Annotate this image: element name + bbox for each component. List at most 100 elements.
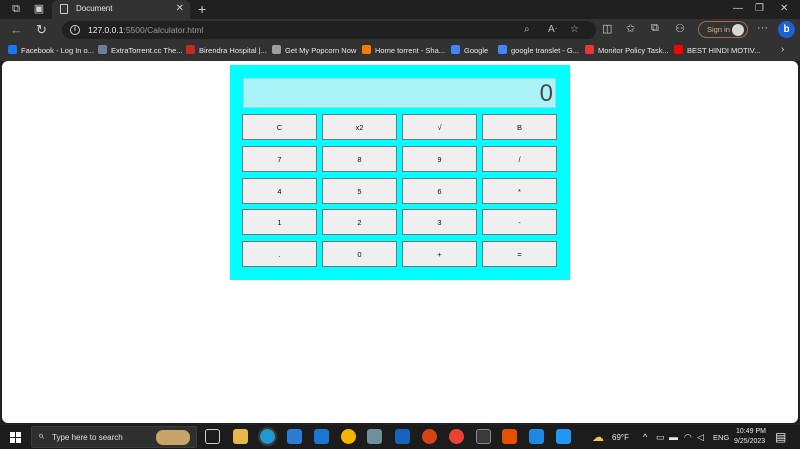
calc-key[interactable]: = <box>482 241 557 267</box>
avatar-icon <box>732 24 744 36</box>
calc-key[interactable]: √ <box>402 114 477 140</box>
bookmark-monitor-policy[interactable]: Monitor Policy Task... <box>585 45 669 57</box>
calc-key[interactable]: 5 <box>322 178 397 204</box>
app-icon[interactable] <box>395 429 410 444</box>
bookmark-best-hindi[interactable]: BEST HINDI MOTIV... <box>674 45 760 57</box>
calc-key[interactable]: - <box>482 209 557 235</box>
taskbar: ⌕ Type here to search ☁ 69°F ^ ▭ ▬ ◠ ◁ E… <box>0 425 800 449</box>
paint-icon[interactable] <box>367 429 382 444</box>
calc-key[interactable]: 2 <box>322 209 397 235</box>
calc-key[interactable]: 3 <box>402 209 477 235</box>
clock-date[interactable]: 9/25/2023 <box>734 438 765 445</box>
chevron-up-icon[interactable]: ^ <box>643 432 647 442</box>
terminal-icon[interactable] <box>476 429 491 444</box>
taskbar-search-input[interactable]: ⌕ Type here to search <box>31 426 197 448</box>
bookmark-google[interactable]: Google <box>451 45 488 57</box>
vscode-icon[interactable] <box>556 429 571 444</box>
calc-key[interactable]: 4 <box>242 178 317 204</box>
restore-icon[interactable]: ❐ <box>755 3 764 14</box>
collections-icon[interactable]: ⧉ <box>651 22 659 35</box>
new-tab-icon[interactable]: + <box>198 1 206 17</box>
bookmark-google-translate[interactable]: google translet - G... <box>498 45 579 57</box>
battery-icon[interactable]: ▬ <box>669 432 678 442</box>
calc-key[interactable]: C <box>242 114 317 140</box>
app-icon[interactable] <box>529 429 544 444</box>
calc-key[interactable]: 1 <box>242 209 317 235</box>
chrome-icon[interactable] <box>341 429 356 444</box>
calc-key[interactable]: * <box>482 178 557 204</box>
calc-key[interactable]: 6 <box>402 178 477 204</box>
tab-actions-icon[interactable]: ▣ <box>32 3 46 16</box>
sign-in-button[interactable]: Sign in <box>698 21 748 38</box>
url-text: 127.0.0.1:5500/Calculator.html <box>88 25 203 35</box>
bing-copilot-icon[interactable]: b <box>778 21 795 38</box>
extensions-icon[interactable]: ⚇ <box>675 22 685 35</box>
chevron-right-icon[interactable]: › <box>781 44 784 55</box>
bookmark-label: Get My Popcorn Now <box>285 46 357 55</box>
calculator-display: 0 <box>243 78 556 108</box>
back-icon[interactable]: ← <box>10 22 23 38</box>
bookmark-facebook[interactable]: Facebook - Log In o... <box>8 45 94 57</box>
calc-key[interactable]: 8 <box>322 146 397 172</box>
bookmark-label: Monitor Policy Task... <box>598 46 669 55</box>
calc-key[interactable]: 9 <box>402 146 477 172</box>
chrome-icon[interactable] <box>449 429 464 444</box>
minimize-icon[interactable]: — <box>733 3 743 14</box>
calc-key[interactable]: 7 <box>242 146 317 172</box>
zoom-icon[interactable]: ⌕ <box>524 24 530 35</box>
clock-time[interactable]: 10:49 PM <box>736 428 766 435</box>
tab-title: Document <box>76 4 113 13</box>
page-icon <box>60 4 68 14</box>
favorite-star-icon[interactable]: ☆ <box>570 24 579 35</box>
split-screen-icon[interactable]: ◫ <box>602 22 612 35</box>
notifications-icon[interactable]: ▤ <box>775 430 786 444</box>
bookmark-label: Home torrent - Sha... <box>375 46 446 55</box>
calc-key[interactable]: x2 <box>322 114 397 140</box>
bookmark-birendra-hospital[interactable]: Birendra Hospital |... <box>186 45 267 57</box>
language-indicator[interactable]: ENG <box>713 433 729 442</box>
bookmarks-bar: Facebook - Log In o... ExtraTorrent.cc T… <box>0 41 800 61</box>
wifi-icon[interactable]: ◠ <box>684 432 692 443</box>
close-window-icon[interactable]: ✕ <box>780 3 788 14</box>
bookmark-popcorn[interactable]: Get My Popcorn Now <box>272 45 356 57</box>
volume-icon[interactable]: ◁ <box>697 432 704 443</box>
bookmark-label: google translet - G... <box>511 46 579 55</box>
favorites-icon[interactable]: ✩ <box>626 22 635 35</box>
bookmark-label: BEST HINDI MOTIV... <box>687 46 761 55</box>
weather-icon[interactable]: ☁ <box>592 430 604 444</box>
address-bar-row: ← ↻ i 127.0.0.1:5500/Calculator.html ⌕ A… <box>0 19 800 41</box>
page-icon <box>272 45 281 54</box>
bookmark-label: Google <box>464 46 489 55</box>
app-icon[interactable] <box>422 429 437 444</box>
meet-now-icon[interactable]: ▭ <box>656 432 665 443</box>
calc-key[interactable]: 0 <box>322 241 397 267</box>
calc-key[interactable]: . <box>242 241 317 267</box>
calc-key[interactable]: B <box>482 114 557 140</box>
tab-document[interactable]: Document ✕ <box>52 0 190 19</box>
task-view-icon[interactable] <box>205 429 220 444</box>
workspaces-icon[interactable]: ⧉ <box>9 3 23 16</box>
mail-icon[interactable] <box>314 429 329 444</box>
refresh-icon[interactable]: ↻ <box>36 22 47 38</box>
extratorrent-icon <box>98 45 107 54</box>
sign-in-label: Sign in <box>707 25 730 34</box>
bookmark-home-torrent[interactable]: Home torrent - Sha... <box>362 45 445 57</box>
app-icon[interactable] <box>502 429 517 444</box>
torrent-icon <box>362 45 371 54</box>
calc-key[interactable]: / <box>482 146 557 172</box>
more-menu-icon[interactable]: ··· <box>757 22 768 34</box>
bookmark-label: Birendra Hospital |... <box>199 46 267 55</box>
bookmark-extratorrent[interactable]: ExtraTorrent.cc The... <box>98 45 183 57</box>
page-viewport: 0 Cx2 √ B 7 8 9/4 5 6 * 1 2 3-. 0 + = <box>2 61 798 423</box>
site-info-icon[interactable]: i <box>70 25 80 35</box>
address-input[interactable]: i 127.0.0.1:5500/Calculator.html ⌕ Aᐧ ☆ <box>62 21 596 39</box>
edge-icon[interactable] <box>258 427 277 446</box>
windows-start-icon[interactable] <box>10 432 21 443</box>
file-explorer-icon[interactable] <box>233 429 248 444</box>
url-path: :5500/Calculator.html <box>123 25 204 35</box>
calc-key[interactable]: + <box>402 241 477 267</box>
close-tab-icon[interactable]: ✕ <box>176 3 184 14</box>
store-icon[interactable] <box>287 429 302 444</box>
facebook-icon <box>8 45 17 54</box>
read-aloud-icon[interactable]: Aᐧ <box>548 24 557 35</box>
